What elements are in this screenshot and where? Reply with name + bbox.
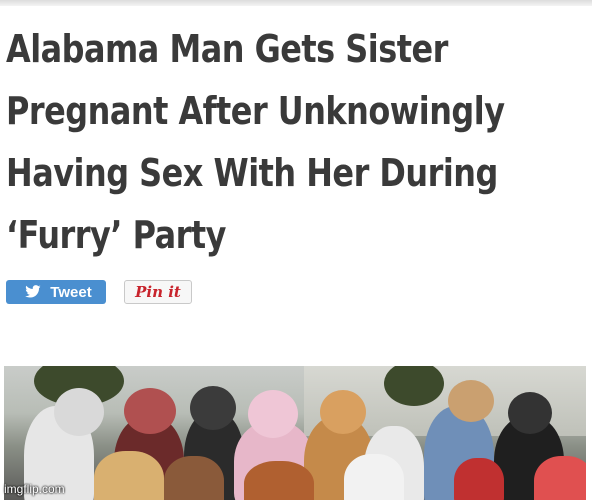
furry-costume [164, 456, 224, 500]
pin-it-button[interactable]: Pin it [124, 280, 192, 304]
furry-head [54, 388, 104, 436]
article-photo [4, 366, 586, 500]
furry-costume [244, 461, 314, 500]
furry-head [124, 388, 176, 434]
tweet-label: Tweet [50, 283, 92, 301]
top-divider [0, 0, 592, 6]
furry-head [320, 390, 366, 434]
furry-head [508, 392, 552, 434]
furry-head [248, 390, 298, 438]
headline-line-3: Having Sex With Her During [6, 151, 498, 195]
furry-costume [534, 456, 586, 500]
pin-it-label: Pin it [135, 283, 181, 301]
tweet-button[interactable]: Tweet [6, 280, 106, 304]
furry-head [448, 380, 494, 422]
imgflip-watermark: imgflip.com [4, 482, 65, 496]
furry-costume [454, 458, 504, 500]
headline-line-2: Pregnant After Unknowingly [6, 89, 505, 133]
furry-head [190, 386, 236, 430]
twitter-bird-icon [25, 285, 41, 298]
headline-line-1: Alabama Man Gets Sister [6, 27, 448, 71]
article-headline: Alabama Man Gets Sister Pregnant After U… [6, 18, 586, 266]
furry-costume [94, 451, 164, 500]
furry-costume [344, 454, 404, 500]
headline-line-4: ‘Furry’ Party [6, 213, 226, 257]
